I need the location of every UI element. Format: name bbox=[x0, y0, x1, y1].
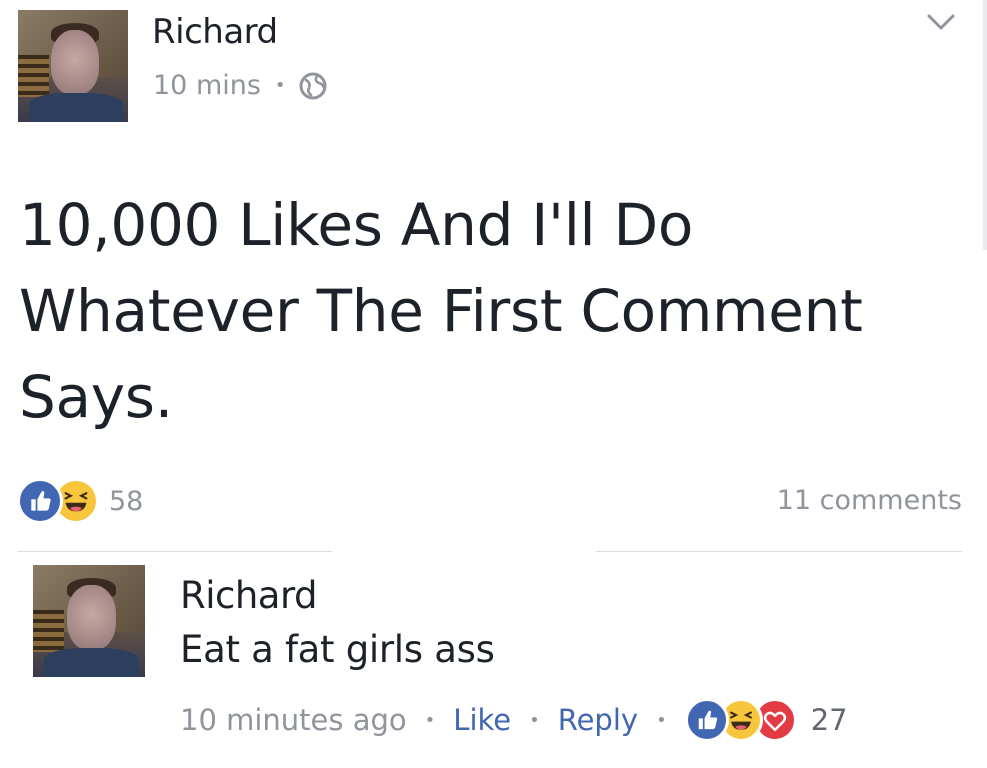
globe-icon[interactable] bbox=[298, 71, 328, 101]
comment-text: Eat a fat girls ass bbox=[180, 628, 495, 671]
post-reactions[interactable]: 58 bbox=[17, 478, 143, 524]
action-separator: • bbox=[424, 709, 436, 731]
post-meta: 10 mins • bbox=[153, 70, 328, 101]
chevron-down-icon[interactable] bbox=[921, 6, 961, 36]
post-text: 10,000 Likes And I'll Do Whatever The Fi… bbox=[19, 191, 863, 431]
comment-timestamp[interactable]: 10 minutes ago bbox=[180, 703, 407, 737]
comment-author-name[interactable]: Richard bbox=[180, 574, 318, 617]
comment-like-button[interactable]: Like bbox=[453, 703, 511, 737]
post-author-name[interactable]: Richard bbox=[152, 12, 278, 52]
comment-author-avatar[interactable] bbox=[33, 565, 145, 677]
meta-separator: • bbox=[274, 75, 286, 96]
divider bbox=[17, 551, 332, 552]
comment-actions: 10 minutes ago • Like • Reply • 27 bbox=[180, 698, 848, 742]
comment-reply-button[interactable]: Reply bbox=[558, 703, 638, 737]
post-timestamp[interactable]: 10 mins bbox=[153, 70, 261, 101]
comment-reaction-count: 27 bbox=[810, 703, 848, 737]
action-separator: • bbox=[529, 709, 540, 731]
facebook-post: Richard 10 mins • 10,000 Likes And I'll … bbox=[0, 0, 987, 768]
action-separator: • bbox=[656, 709, 667, 731]
like-reaction-icon bbox=[684, 698, 729, 742]
post-reaction-count: 58 bbox=[109, 485, 144, 517]
like-reaction-icon bbox=[17, 478, 63, 524]
post-author-avatar[interactable] bbox=[18, 10, 128, 122]
comments-count-link[interactable]: 11 comments bbox=[777, 485, 962, 516]
comment-reactions[interactable]: 27 bbox=[684, 698, 848, 742]
scrollbar-edge bbox=[983, 0, 987, 250]
divider bbox=[596, 551, 962, 552]
